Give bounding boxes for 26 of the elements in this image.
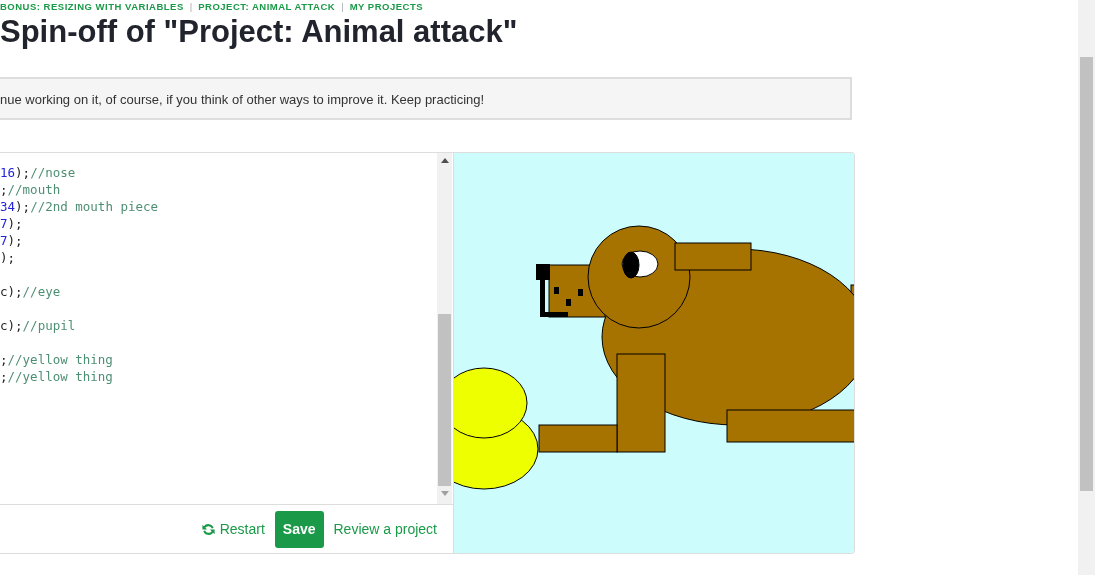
code-line: ;//yellow thing [0, 351, 113, 368]
refresh-icon [200, 521, 216, 537]
notice-banner: nue working on it, of course, if you think of other ways to improve it. Keep practicing! [0, 77, 852, 120]
page-scrollbar[interactable] [1078, 0, 1095, 575]
scroll-down-icon[interactable] [440, 491, 449, 496]
scroll-up-icon[interactable] [440, 158, 449, 163]
breadcrumb-separator: | [189, 1, 193, 12]
review-link[interactable]: Review a project [333, 521, 437, 537]
code-editor[interactable]: 16);//nose ;//mouth 34);//2nd mouth piece 7); 7); ); c);//eye c);//pupil ;//yellow thing ;//yellow thing [0, 153, 437, 504]
code-line: 16);//nose [0, 164, 76, 181]
code-line: ); [0, 249, 16, 266]
code-line: 7); [0, 215, 23, 232]
code-line: ;//mouth [0, 181, 61, 198]
code-line: 34);//2nd mouth piece [0, 198, 159, 215]
code-line: c);//eye [0, 283, 61, 300]
editor-scrollbar[interactable] [437, 153, 452, 504]
code-line: c);//pupil [0, 317, 76, 334]
breadcrumb-link[interactable]: BONUS: RESIZING WITH VARIABLES [0, 1, 184, 12]
breadcrumb-separator: | [341, 1, 344, 12]
page-title: Spin-off of "Project: Animal attack" [0, 13, 519, 51]
code-line: ;//yellow thing [0, 368, 113, 385]
restart-link[interactable]: Restart [200, 521, 265, 537]
breadcrumb-link[interactable]: MY PROJECTS [349, 1, 424, 12]
save-button[interactable]: Save [274, 510, 324, 548]
breadcrumb-link[interactable]: PROJECT: ANIMAL ATTACK [198, 1, 336, 12]
code-line: 7); [0, 232, 23, 249]
